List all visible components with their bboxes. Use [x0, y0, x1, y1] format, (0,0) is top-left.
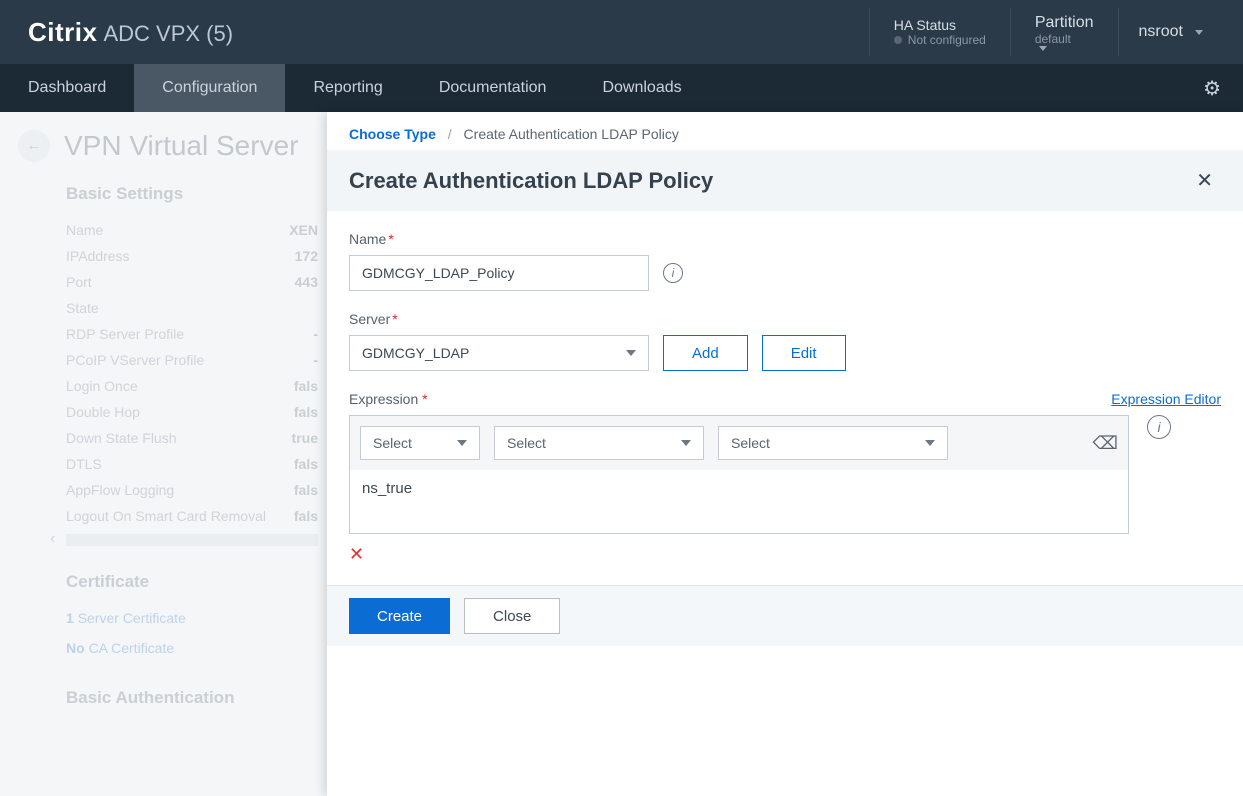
server-label: Server — [349, 311, 1221, 327]
breadcrumb: Choose Type / Create Authentication LDAP… — [327, 112, 1243, 150]
partition-value: default — [1035, 32, 1094, 46]
breadcrumb-separator: / — [448, 126, 452, 142]
name-label: Name — [349, 231, 1221, 247]
panel-body: Name i Server GDMCGY_LDAP Add Edit Expre… — [327, 211, 1243, 585]
gear-icon[interactable]: ⚙ — [1181, 64, 1243, 112]
expr-select-1-label: Select — [373, 435, 412, 451]
nav-configuration[interactable]: Configuration — [134, 64, 285, 112]
expr-select-1[interactable]: Select — [360, 426, 480, 460]
panel-title: Create Authentication LDAP Policy — [349, 168, 1188, 194]
brand-citrix: Citrix — [28, 17, 97, 48]
create-button[interactable]: Create — [349, 598, 450, 634]
expr-select-3-label: Select — [731, 435, 770, 451]
ha-status-text: Not configured — [908, 33, 986, 47]
ha-status-value: Not configured — [894, 33, 986, 47]
chevron-down-icon — [925, 440, 935, 446]
ha-status-title: HA Status — [894, 17, 986, 33]
ha-status-dot-icon — [894, 36, 902, 44]
user-name: nsroot — [1139, 23, 1183, 41]
expr-select-3[interactable]: Select — [718, 426, 948, 460]
expression-textarea[interactable] — [350, 470, 1128, 528]
chevron-down-icon — [681, 440, 691, 446]
brand-product: ADC VPX (5) — [103, 21, 233, 47]
nav-reporting[interactable]: Reporting — [285, 64, 410, 112]
expression-editor-link[interactable]: Expression Editor — [1111, 391, 1221, 407]
backspace-icon[interactable]: ⌫ — [1093, 433, 1118, 454]
expr-select-2-label: Select — [507, 435, 546, 451]
close-button[interactable]: Close — [464, 598, 560, 634]
info-icon[interactable]: i — [1147, 415, 1171, 439]
brand-block: Citrix ADC VPX (5) — [28, 17, 869, 48]
server-select-value: GDMCGY_LDAP — [362, 345, 469, 361]
close-icon[interactable]: ✕ — [1188, 164, 1221, 197]
server-select[interactable]: GDMCGY_LDAP — [349, 335, 649, 371]
main-nav: Dashboard Configuration Reporting Docume… — [0, 64, 1243, 112]
chevron-down-icon — [626, 350, 636, 356]
expression-box: Select Select Select ⌫ — [349, 415, 1129, 534]
add-button[interactable]: Add — [663, 335, 748, 371]
panel-footer: Create Close — [327, 585, 1243, 646]
topbar-right: HA Status Not configured Partition defau… — [869, 8, 1223, 56]
nav-dashboard[interactable]: Dashboard — [0, 64, 134, 112]
breadcrumb-current: Create Authentication LDAP Policy — [464, 126, 679, 142]
edit-button[interactable]: Edit — [762, 335, 846, 371]
partition-label: Partition — [1035, 14, 1094, 32]
top-banner: Citrix ADC VPX (5) HA Status Not configu… — [0, 0, 1243, 64]
ha-status-block: HA Status Not configured — [869, 8, 1010, 56]
expression-label: Expression — [349, 391, 428, 407]
ldap-policy-panel: Choose Type / Create Authentication LDAP… — [327, 112, 1243, 796]
clear-expression-icon[interactable]: ✕ — [349, 544, 364, 565]
chevron-down-icon — [457, 440, 467, 446]
user-menu[interactable]: nsroot — [1118, 8, 1223, 56]
nav-documentation[interactable]: Documentation — [411, 64, 575, 112]
expr-select-2[interactable]: Select — [494, 426, 704, 460]
name-input[interactable] — [349, 255, 649, 291]
info-icon[interactable]: i — [663, 263, 683, 283]
panel-header: Create Authentication LDAP Policy ✕ — [327, 150, 1243, 211]
expression-toolbar: Select Select Select ⌫ — [350, 416, 1128, 470]
partition-dropdown[interactable]: Partition default — [1010, 8, 1118, 56]
breadcrumb-choose-type[interactable]: Choose Type — [349, 126, 436, 142]
nav-downloads[interactable]: Downloads — [574, 64, 709, 112]
